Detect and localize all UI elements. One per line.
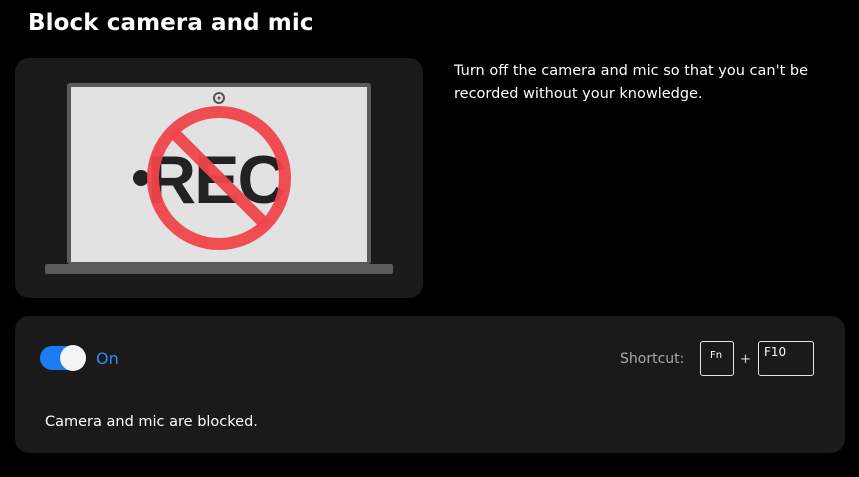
plus-sign: + (740, 352, 751, 367)
shortcut-label: Shortcut: (620, 351, 685, 367)
block-camera-mic-page: Block camera and mic REC Turn off the ca… (0, 0, 859, 477)
illustration-card: REC (15, 58, 423, 298)
description-text: Turn off the camera and mic so that you … (454, 63, 809, 102)
fn-key: Fn (700, 341, 734, 376)
control-card: On Shortcut: Fn + F10 Camera and mic are… (15, 316, 845, 453)
laptop-rec-blocked-icon: REC (45, 83, 393, 274)
f10-key: F10 (758, 341, 814, 376)
page-title: Block camera and mic (28, 10, 314, 36)
status-text: Camera and mic are blocked. (45, 414, 258, 430)
toggle-knob (60, 345, 86, 371)
laptop-base (45, 264, 393, 274)
block-toggle[interactable] (40, 345, 86, 371)
toggle-label: On (96, 349, 119, 368)
